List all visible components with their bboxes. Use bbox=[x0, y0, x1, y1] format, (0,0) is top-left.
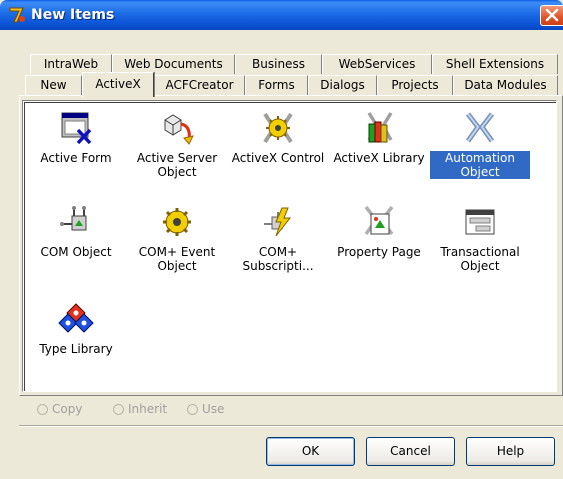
tab-activex[interactable]: ActiveX bbox=[82, 72, 154, 97]
item-label: Active Server Object bbox=[136, 151, 218, 179]
item-activex-control[interactable]: ActiveX Control bbox=[228, 110, 328, 165]
com-object-icon bbox=[60, 206, 87, 231]
inherit-radio[interactable]: Inherit bbox=[113, 402, 167, 416]
radio-circle-icon bbox=[113, 404, 124, 415]
items-list-inner: Active Form Active Server Object ActiveX… bbox=[24, 102, 556, 391]
tab-business[interactable]: Business bbox=[235, 54, 322, 74]
new-items-dialog: New Items IntraWeb Web Documents Busines… bbox=[0, 0, 563, 479]
help-button[interactable]: Help bbox=[466, 437, 555, 466]
inherit-label: Inherit bbox=[128, 402, 168, 416]
radio-circle-icon bbox=[37, 404, 48, 415]
item-automation-object[interactable]: Automation Object bbox=[430, 110, 530, 179]
window-title: New Items bbox=[31, 7, 115, 23]
items-list[interactable]: Active Form Active Server Object ActiveX… bbox=[22, 100, 557, 392]
tab-acfcreator[interactable]: ACFCreator bbox=[154, 75, 245, 95]
tab-new[interactable]: New bbox=[25, 75, 82, 95]
item-activex-library[interactable]: ActiveX Library bbox=[329, 110, 429, 165]
cancel-button[interactable]: Cancel bbox=[366, 437, 455, 466]
close-button[interactable] bbox=[540, 5, 563, 26]
tab-row-front: New ActiveX ACFCreator Forms Dialogs Pro… bbox=[25, 72, 558, 97]
com-subscription-icon bbox=[264, 207, 292, 237]
copy-radio[interactable]: Copy bbox=[37, 402, 82, 416]
tab-row-back: IntraWeb Web Documents Business WebServi… bbox=[30, 54, 558, 74]
item-active-form[interactable]: Active Form bbox=[26, 110, 126, 165]
item-label: ActiveX Control bbox=[231, 151, 325, 165]
automation-object-icon bbox=[465, 112, 495, 143]
property-page-icon bbox=[364, 205, 394, 236]
use-radio[interactable]: Use bbox=[187, 402, 224, 416]
transactional-object-icon bbox=[465, 209, 495, 235]
item-com-object[interactable]: COM Object bbox=[26, 204, 126, 259]
ok-button[interactable]: OK bbox=[266, 437, 355, 466]
item-active-server-object[interactable]: Active Server Object bbox=[127, 110, 227, 179]
activex-library-icon bbox=[367, 112, 393, 143]
use-label: Use bbox=[202, 402, 225, 416]
tab-webservices[interactable]: WebServices bbox=[322, 54, 432, 74]
delphi-app-icon bbox=[9, 7, 25, 23]
item-com-event-object[interactable]: COM+ Event Object bbox=[127, 204, 227, 273]
copy-label: Copy bbox=[52, 402, 83, 416]
type-library-icon bbox=[58, 303, 94, 333]
title-bar[interactable]: New Items bbox=[0, 0, 563, 30]
activex-control-icon bbox=[263, 112, 293, 144]
item-label: COM+ Event Object bbox=[138, 245, 216, 273]
tab-projects[interactable]: Projects bbox=[377, 75, 453, 95]
item-label: Automation Object bbox=[430, 151, 530, 179]
item-label: Active Form bbox=[40, 151, 112, 165]
item-label: Property Page bbox=[337, 245, 421, 259]
active-server-object-icon bbox=[164, 114, 194, 145]
radio-circle-icon bbox=[187, 404, 198, 415]
tab-shell-extensions[interactable]: Shell Extensions bbox=[432, 54, 558, 74]
divider bbox=[19, 425, 563, 427]
tab-data-modules[interactable]: Data Modules bbox=[453, 75, 558, 95]
tab-intraweb[interactable]: IntraWeb bbox=[30, 54, 112, 74]
item-label: Transactional Object bbox=[440, 245, 520, 273]
item-transactional-object[interactable]: Transactional Object bbox=[430, 204, 530, 273]
tab-forms[interactable]: Forms bbox=[245, 75, 308, 95]
item-label: COM+ Subscripti... bbox=[242, 245, 314, 273]
active-form-icon bbox=[61, 112, 92, 145]
close-icon bbox=[545, 9, 559, 22]
item-type-library[interactable]: Type Library bbox=[26, 301, 126, 356]
tab-web-documents[interactable]: Web Documents bbox=[112, 54, 235, 74]
item-com-subscription[interactable]: COM+ Subscripti... bbox=[228, 204, 328, 273]
com-event-object-icon bbox=[163, 208, 191, 236]
item-label: Type Library bbox=[39, 342, 113, 356]
item-property-page[interactable]: Property Page bbox=[329, 204, 429, 259]
item-label: ActiveX Library bbox=[333, 151, 425, 165]
item-label: COM Object bbox=[40, 245, 112, 259]
tab-dialogs[interactable]: Dialogs bbox=[308, 75, 377, 95]
